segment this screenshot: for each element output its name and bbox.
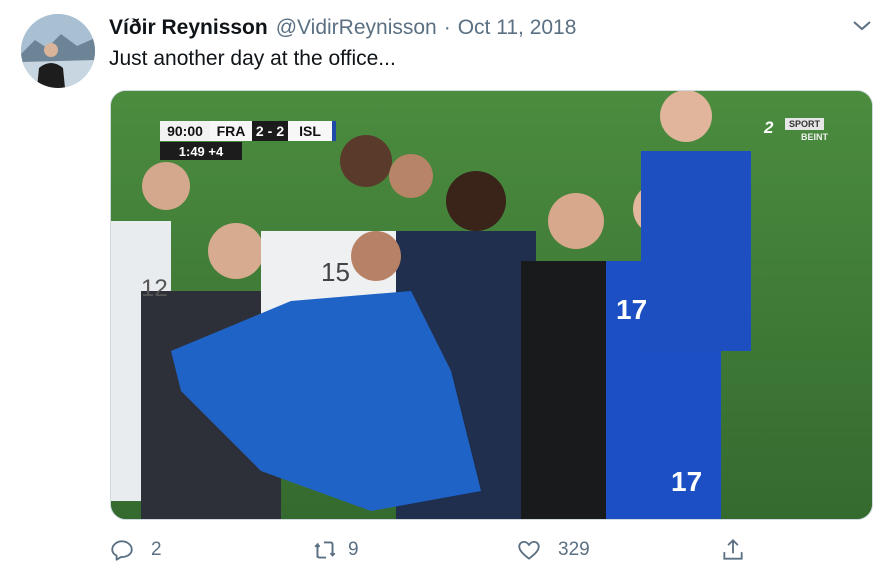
score: 2 - 2 — [252, 121, 288, 141]
jersey-number: 17 — [616, 294, 647, 325]
retweet-count: 9 — [348, 539, 359, 560]
share-button[interactable] — [720, 535, 746, 565]
heart-icon — [518, 540, 540, 560]
tweet-text: Just another day at the office... — [109, 47, 396, 70]
jersey-number: 17 — [671, 466, 702, 497]
avatar-image — [21, 14, 95, 88]
jersey-number: 15 — [321, 257, 350, 287]
jersey-number: 12 — [141, 275, 168, 302]
reply-button[interactable]: 2 — [109, 535, 162, 565]
away-team: ISL — [288, 121, 332, 141]
reply-icon — [111, 540, 133, 561]
like-count: 329 — [558, 539, 590, 560]
tweet-actions: 2 9 329 — [0, 535, 891, 565]
retweet-button[interactable]: 9 — [312, 535, 359, 565]
score-dash: - — [267, 123, 273, 139]
user-handle[interactable]: @VidirReynisson — [276, 16, 437, 40]
home-team: FRA — [210, 121, 252, 141]
share-icon — [723, 538, 743, 560]
added-time: 1:49 +4 — [160, 142, 242, 160]
chevron-down-icon — [853, 21, 871, 31]
reply-count: 2 — [151, 539, 162, 560]
match-clock: 90:00 — [160, 121, 210, 141]
away-score: 2 — [276, 123, 285, 139]
tweet-header: Víðir Reynisson @VidirReynisson · Oct 11… — [109, 14, 576, 42]
like-button[interactable]: 329 — [516, 535, 590, 565]
retweet-icon — [314, 541, 336, 559]
home-score: 2 — [255, 123, 264, 139]
channel-number: 2 — [764, 118, 774, 137]
more-options-button[interactable] — [848, 14, 876, 38]
tweet-date[interactable]: Oct 11, 2018 — [458, 16, 577, 40]
scoreboard-accent — [332, 121, 336, 141]
channel-logo: 2 SPORT BEINT — [764, 116, 832, 144]
scoreboard: 90:00 FRA 2 - 2 ISL — [160, 121, 364, 141]
avatar[interactable] — [21, 14, 95, 88]
channel-label: SPORT — [785, 118, 825, 130]
separator-dot: · — [443, 16, 451, 39]
channel-sublabel: BEINT — [801, 132, 828, 142]
display-name[interactable]: Víðir Reynisson — [109, 16, 268, 40]
